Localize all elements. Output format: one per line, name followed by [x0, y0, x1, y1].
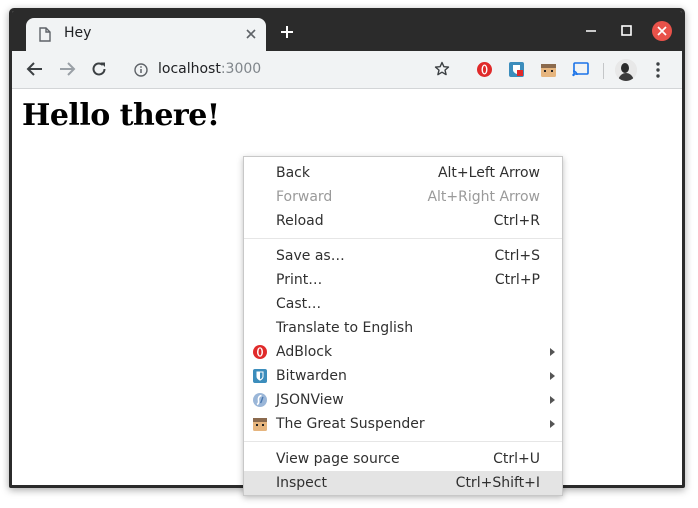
menu-item-label: The Great Suspender [276, 416, 425, 432]
menu-item-label: Print… [276, 272, 323, 288]
submenu-arrow-icon [550, 396, 555, 404]
arrow-left-icon[interactable] [26, 61, 44, 77]
arrow-right-icon[interactable] [58, 61, 76, 77]
menu-item-shortcut: Alt+Left Arrow [437, 165, 540, 181]
context-menu: Back Alt+Left Arrow Forward Alt+Right Ar… [243, 156, 563, 496]
new-tab-icon[interactable] [280, 25, 294, 39]
maximize-icon[interactable] [621, 25, 632, 36]
url-host: localhost [158, 61, 221, 77]
adblock-extension-icon[interactable] [476, 61, 493, 78]
url-text[interactable]: localhost:3000 [158, 61, 261, 77]
menu-item-shortcut: Ctrl+P [494, 272, 540, 288]
cast-icon[interactable] [572, 61, 590, 77]
menu-item-label: Save as… [276, 248, 345, 264]
jsonview-icon [253, 393, 267, 407]
menu-item-bitwarden[interactable]: Bitwarden [244, 364, 562, 388]
more-vert-icon[interactable] [656, 62, 660, 78]
bitwarden-icon [253, 369, 267, 383]
submenu-arrow-icon [550, 420, 555, 428]
close-window-icon[interactable] [651, 20, 673, 42]
menu-item-print[interactable]: Print… Ctrl+P [244, 268, 562, 292]
title-bar: Hey [12, 11, 682, 51]
great-suspender-extension-icon[interactable] [540, 61, 557, 78]
menu-item-label: Cast… [276, 296, 322, 312]
document-icon [39, 27, 51, 42]
menu-item-shortcut: Ctrl+R [493, 213, 540, 229]
menu-item-save-as[interactable]: Save as… Ctrl+S [244, 244, 562, 268]
tab-title: Hey [64, 25, 92, 41]
menu-item-great-suspender[interactable]: The Great Suspender [244, 412, 562, 436]
menu-item-label: JSONView [276, 392, 344, 408]
great-suspender-icon [253, 418, 267, 431]
bitwarden-extension-icon[interactable] [508, 61, 525, 78]
avatar-icon [615, 59, 637, 81]
info-icon[interactable] [134, 63, 148, 77]
menu-item-translate[interactable]: Translate to English [244, 316, 562, 340]
star-icon[interactable] [434, 61, 450, 77]
menu-item-shortcut: Ctrl+S [494, 248, 540, 264]
menu-item-back[interactable]: Back Alt+Left Arrow [244, 161, 562, 185]
menu-item-shortcut: Alt+Right Arrow [427, 189, 540, 205]
adblock-icon [253, 345, 267, 359]
toolbar-separator [603, 63, 604, 79]
profile-avatar[interactable] [615, 59, 637, 81]
menu-item-shortcut: Ctrl+Shift+I [455, 475, 540, 491]
menu-item-label: Inspect [276, 475, 327, 491]
url-port: :3000 [220, 61, 262, 77]
toolbar: localhost:3000 [12, 51, 682, 89]
menu-item-view-source[interactable]: View page source Ctrl+U [244, 447, 562, 471]
menu-item-adblock[interactable]: AdBlock [244, 340, 562, 364]
menu-item-jsonview[interactable]: JSONView [244, 388, 562, 412]
minimize-icon[interactable] [586, 29, 596, 33]
menu-separator [244, 441, 562, 442]
menu-item-cast[interactable]: Cast… [244, 292, 562, 316]
close-tab-icon[interactable] [245, 28, 257, 40]
menu-item-reload[interactable]: Reload Ctrl+R [244, 209, 562, 233]
menu-item-label: Translate to English [276, 320, 414, 336]
address-bar[interactable]: localhost:3000 [122, 55, 462, 85]
submenu-arrow-icon [550, 348, 555, 356]
reload-icon[interactable] [91, 61, 107, 77]
menu-item-shortcut: Ctrl+U [493, 451, 540, 467]
menu-item-label: Back [276, 165, 310, 181]
menu-item-inspect[interactable]: Inspect Ctrl+Shift+I [244, 471, 562, 495]
menu-item-label: AdBlock [276, 344, 333, 360]
menu-item-label: View page source [276, 451, 400, 467]
tab-hey[interactable]: Hey [26, 18, 266, 51]
page-heading: Hello there! [22, 98, 220, 133]
menu-item-label: Reload [276, 213, 324, 229]
menu-item-forward[interactable]: Forward Alt+Right Arrow [244, 185, 562, 209]
menu-item-label: Bitwarden [276, 368, 347, 384]
menu-separator [244, 238, 562, 239]
menu-item-label: Forward [276, 189, 333, 205]
submenu-arrow-icon [550, 372, 555, 380]
